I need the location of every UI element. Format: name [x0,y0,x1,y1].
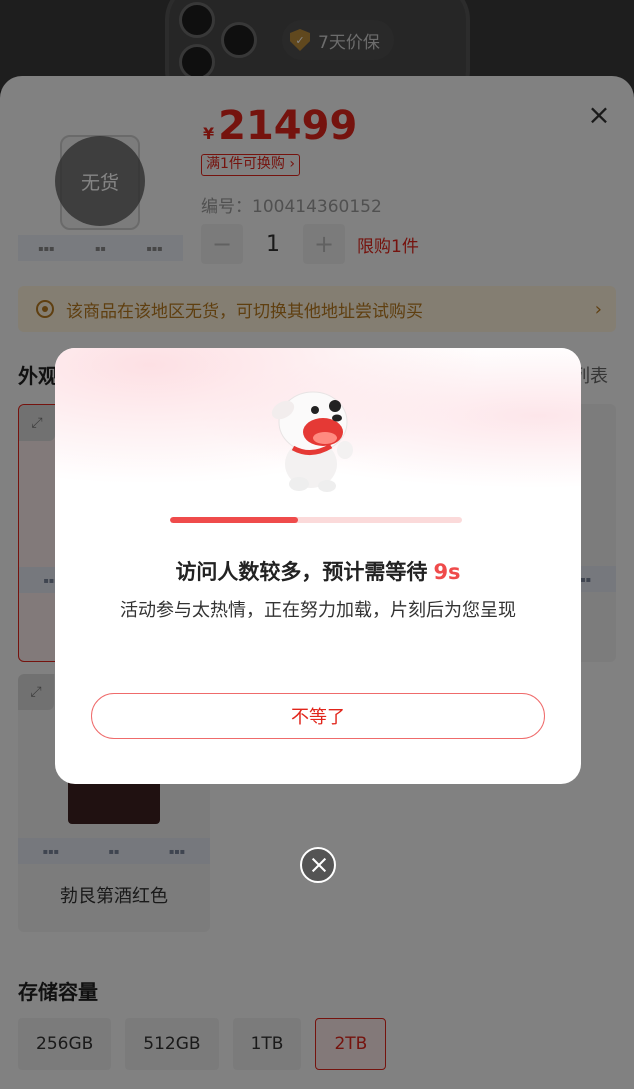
jd-dog-mascot-icon [271,391,353,492]
progress-fill [170,517,299,523]
dismiss-wait-button[interactable]: 不等了 [91,693,545,739]
loading-progress-bar [170,517,462,523]
close-modal-icon[interactable] [300,847,336,883]
modal-title: 访问人数较多，预计需等待 9s [55,556,581,586]
modal-subtitle: 活动参与太热情，正在努力加载，片刻后为您呈现 [120,600,516,621]
queue-wait-modal: 访问人数较多，预计需等待 9s 活动参与太热情，正在努力加载，片刻后为您呈现 不等… [55,348,581,784]
modal-title-text: 访问人数较多，预计需等待 [175,560,428,584]
wait-seconds: 9s [433,560,461,584]
